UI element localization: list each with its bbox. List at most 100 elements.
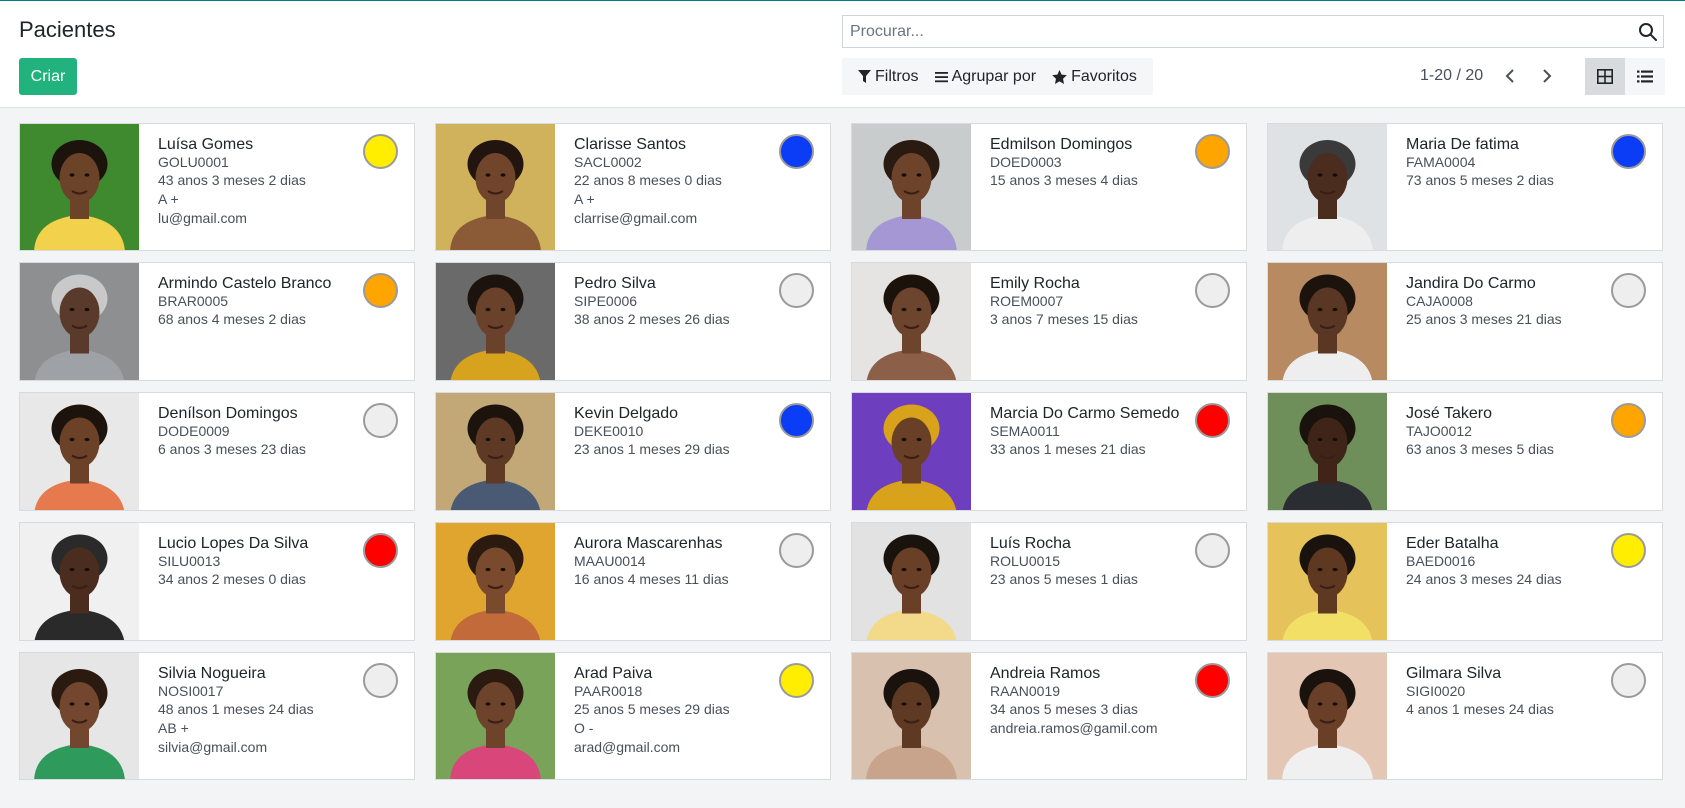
patient-email: clarrise@gmail.com xyxy=(574,210,698,226)
patient-card[interactable]: Pedro Silva SIPE0006 38 anos 2 meses 26 … xyxy=(435,262,831,381)
patient-card[interactable]: Luís Rocha ROLU0015 23 anos 5 meses 1 di… xyxy=(851,522,1247,641)
color-tag[interactable] xyxy=(1611,403,1646,438)
color-tag[interactable] xyxy=(363,273,398,308)
search-icon[interactable] xyxy=(1637,21,1659,43)
patient-name: Silvia Nogueira xyxy=(158,665,266,682)
color-tag[interactable] xyxy=(363,134,398,169)
patient-card[interactable]: Eder Batalha BAED0016 24 anos 3 meses 24… xyxy=(1267,522,1663,641)
patient-card[interactable]: Armindo Castelo Branco BRAR0005 68 anos … xyxy=(19,262,415,381)
search-input[interactable] xyxy=(843,16,1627,47)
control-panel: Pacientes Criar Filtros Agrupar por Favo… xyxy=(0,1,1685,108)
patient-photo xyxy=(852,393,971,510)
chevron-left-icon xyxy=(1505,69,1514,83)
patient-code: BRAR0005 xyxy=(158,293,229,309)
pager-previous-button[interactable] xyxy=(1496,62,1524,90)
color-tag[interactable] xyxy=(779,663,814,698)
color-tag[interactable] xyxy=(779,403,814,438)
patient-age: 73 anos 5 meses 2 dias xyxy=(1406,172,1554,188)
page-title: Pacientes xyxy=(19,17,116,42)
patient-card[interactable]: Arad Paiva PAAR0018 25 anos 5 meses 29 d… xyxy=(435,652,831,780)
favorites-label: Favoritos xyxy=(1071,67,1137,85)
patient-card[interactable]: Maria De fatima FAMA0004 73 anos 5 meses… xyxy=(1267,123,1663,251)
patient-card[interactable]: Edmilson Domingos DOED0003 15 anos 3 mes… xyxy=(851,123,1247,251)
color-tag[interactable] xyxy=(1611,134,1646,169)
kanban-view-button[interactable] xyxy=(1585,58,1625,95)
color-tag[interactable] xyxy=(779,134,814,169)
color-tag[interactable] xyxy=(363,663,398,698)
patient-age: 3 anos 7 meses 15 dias xyxy=(990,311,1138,327)
pager-value[interactable]: 1-20 / 20 xyxy=(1420,67,1483,85)
patient-card[interactable]: Luísa Gomes GOLU0001 43 anos 3 meses 2 d… xyxy=(19,123,415,251)
patient-email: silvia@gmail.com xyxy=(158,739,268,755)
list-view-button[interactable] xyxy=(1625,58,1665,95)
patient-card[interactable]: Clarisse Santos SACL0002 22 anos 8 meses… xyxy=(435,123,831,251)
patient-info: Andreia Ramos RAAN0019 34 anos 5 meses 3… xyxy=(990,664,1186,738)
patient-blood-type: AB + xyxy=(158,720,189,736)
color-tag[interactable] xyxy=(1195,663,1230,698)
color-tag[interactable] xyxy=(1611,533,1646,568)
color-tag[interactable] xyxy=(779,273,814,308)
pager-next-button[interactable] xyxy=(1533,62,1561,90)
patient-info: Gilmara Silva SIGI0020 4 anos 1 meses 24… xyxy=(1406,664,1602,719)
patient-name: José Takero xyxy=(1406,405,1492,422)
patient-card[interactable]: Marcia Do Carmo Semedo SEMA0011 33 anos … xyxy=(851,392,1247,511)
patient-age: 4 anos 1 meses 24 dias xyxy=(1406,701,1554,717)
color-tag[interactable] xyxy=(1195,273,1230,308)
patient-card[interactable]: Emily Rocha ROEM0007 3 anos 7 meses 15 d… xyxy=(851,262,1247,381)
patient-age: 22 anos 8 meses 0 dias xyxy=(574,172,722,188)
color-tag[interactable] xyxy=(1611,273,1646,308)
color-tag[interactable] xyxy=(779,533,814,568)
patient-photo xyxy=(20,653,139,779)
filters-toggle[interactable]: Filtros xyxy=(850,68,927,86)
patient-photo xyxy=(1268,393,1387,510)
patient-name: Kevin Delgado xyxy=(574,405,679,422)
patient-photo xyxy=(1268,263,1387,380)
patient-name: Edmilson Domingos xyxy=(990,136,1133,153)
patient-photo xyxy=(20,393,139,510)
patient-name: Luísa Gomes xyxy=(158,136,254,153)
patient-photo xyxy=(436,263,555,380)
patient-card[interactable]: Silvia Nogueira NOSI0017 48 anos 1 meses… xyxy=(19,652,415,780)
patient-card[interactable]: Kevin Delgado DEKE0010 23 anos 1 meses 2… xyxy=(435,392,831,511)
color-tag[interactable] xyxy=(363,403,398,438)
color-tag[interactable] xyxy=(363,533,398,568)
patient-name: Denílson Domingos xyxy=(158,405,298,422)
th-large-icon xyxy=(1597,69,1613,84)
patient-card[interactable]: Gilmara Silva SIGI0020 4 anos 1 meses 24… xyxy=(1267,652,1663,780)
patient-code: GOLU0001 xyxy=(158,154,229,170)
patient-code: NOSI0017 xyxy=(158,683,224,699)
create-button[interactable]: Criar xyxy=(19,58,77,95)
patient-name: Pedro Silva xyxy=(574,275,656,292)
color-tag[interactable] xyxy=(1195,134,1230,169)
color-tag[interactable] xyxy=(1195,403,1230,438)
patient-code: SIGI0020 xyxy=(1406,683,1466,699)
patient-info: Aurora Mascarenhas MAAU0014 16 anos 4 me… xyxy=(574,534,770,589)
patient-name: Eder Batalha xyxy=(1406,535,1499,552)
patient-card[interactable]: Jandira Do Carmo CAJA0008 25 anos 3 mese… xyxy=(1267,262,1663,381)
color-tag[interactable] xyxy=(1195,533,1230,568)
patient-code: SEMA0011 xyxy=(990,423,1060,439)
patient-age: 33 anos 1 meses 21 dias xyxy=(990,441,1146,457)
patient-photo xyxy=(436,523,555,640)
patient-card[interactable]: Aurora Mascarenhas MAAU0014 16 anos 4 me… xyxy=(435,522,831,641)
patient-age: 38 anos 2 meses 26 dias xyxy=(574,311,730,327)
patient-email: andreia.ramos@gamil.com xyxy=(990,720,1158,736)
patient-card[interactable]: Lucio Lopes Da Silva SILU0013 34 anos 2 … xyxy=(19,522,415,641)
patient-blood-type: O - xyxy=(574,720,594,736)
patient-info: Clarisse Santos SACL0002 22 anos 8 meses… xyxy=(574,135,770,228)
patient-info: Emily Rocha ROEM0007 3 anos 7 meses 15 d… xyxy=(990,274,1186,329)
patient-photo xyxy=(436,124,555,250)
patient-name: Jandira Do Carmo xyxy=(1406,275,1536,292)
patient-info: Marcia Do Carmo Semedo SEMA0011 33 anos … xyxy=(990,404,1186,459)
patient-card[interactable]: Andreia Ramos RAAN0019 34 anos 5 meses 3… xyxy=(851,652,1247,780)
group-by-toggle[interactable]: Agrupar por xyxy=(927,68,1045,86)
patient-info: Luísa Gomes GOLU0001 43 anos 3 meses 2 d… xyxy=(158,135,354,228)
color-tag[interactable] xyxy=(1611,663,1646,698)
patient-card[interactable]: Denílson Domingos DODE0009 6 anos 3 mese… xyxy=(19,392,415,511)
patient-age: 48 anos 1 meses 24 dias xyxy=(158,701,314,717)
patient-name: Arad Paiva xyxy=(574,665,653,682)
favorites-toggle[interactable]: Favoritos xyxy=(1044,68,1145,86)
patient-code: BAED0016 xyxy=(1406,553,1476,569)
patient-photo xyxy=(20,124,139,250)
patient-card[interactable]: José Takero TAJO0012 63 anos 3 meses 5 d… xyxy=(1267,392,1663,511)
